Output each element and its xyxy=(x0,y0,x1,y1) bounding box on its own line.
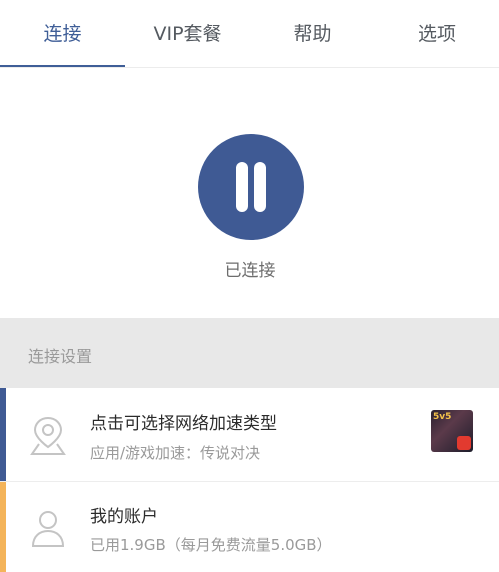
acceleration-type-row[interactable]: 点击可选择网络加速类型 应用/游戏加速：传说对决 5v5 xyxy=(0,388,499,482)
acceleration-type-title: 点击可选择网络加速类型 xyxy=(90,414,277,434)
connect-toggle-button[interactable] xyxy=(198,134,304,240)
tab-bar-divider xyxy=(0,67,499,68)
game-thumbnail-label: 5v5 xyxy=(433,412,452,422)
tab-connect[interactable]: 连接 xyxy=(0,20,125,48)
tab-options[interactable]: 选项 xyxy=(375,20,499,48)
my-account-row[interactable]: 我的账户 已用1.9GB（每月免费流量5.0GB） xyxy=(0,482,499,572)
game-logo-badge xyxy=(457,436,471,450)
pause-icon-bar-left xyxy=(236,162,248,212)
tab-help[interactable]: 帮助 xyxy=(250,20,375,48)
pause-icon-bar-right xyxy=(254,162,266,212)
my-account-title: 我的账户 xyxy=(90,507,158,527)
tab-bar: 连接 VIP套餐 帮助 选项 xyxy=(0,0,499,68)
connection-settings-header: 连接设置 xyxy=(0,318,499,388)
location-pin-icon xyxy=(30,416,66,455)
connection-status-text: 已连接 xyxy=(224,261,276,281)
user-icon xyxy=(31,511,65,547)
tab-vip-plans[interactable]: VIP套餐 xyxy=(125,20,250,48)
section-title: 连接设置 xyxy=(28,347,93,366)
game-thumbnail: 5v5 xyxy=(431,410,473,452)
row-accent-bar xyxy=(0,482,6,572)
acceleration-type-subtitle: 应用/游戏加速：传说对决 xyxy=(90,444,261,462)
data-usage-text: 已用1.9GB（每月免费流量5.0GB） xyxy=(90,536,332,554)
row-accent-bar xyxy=(0,388,6,482)
